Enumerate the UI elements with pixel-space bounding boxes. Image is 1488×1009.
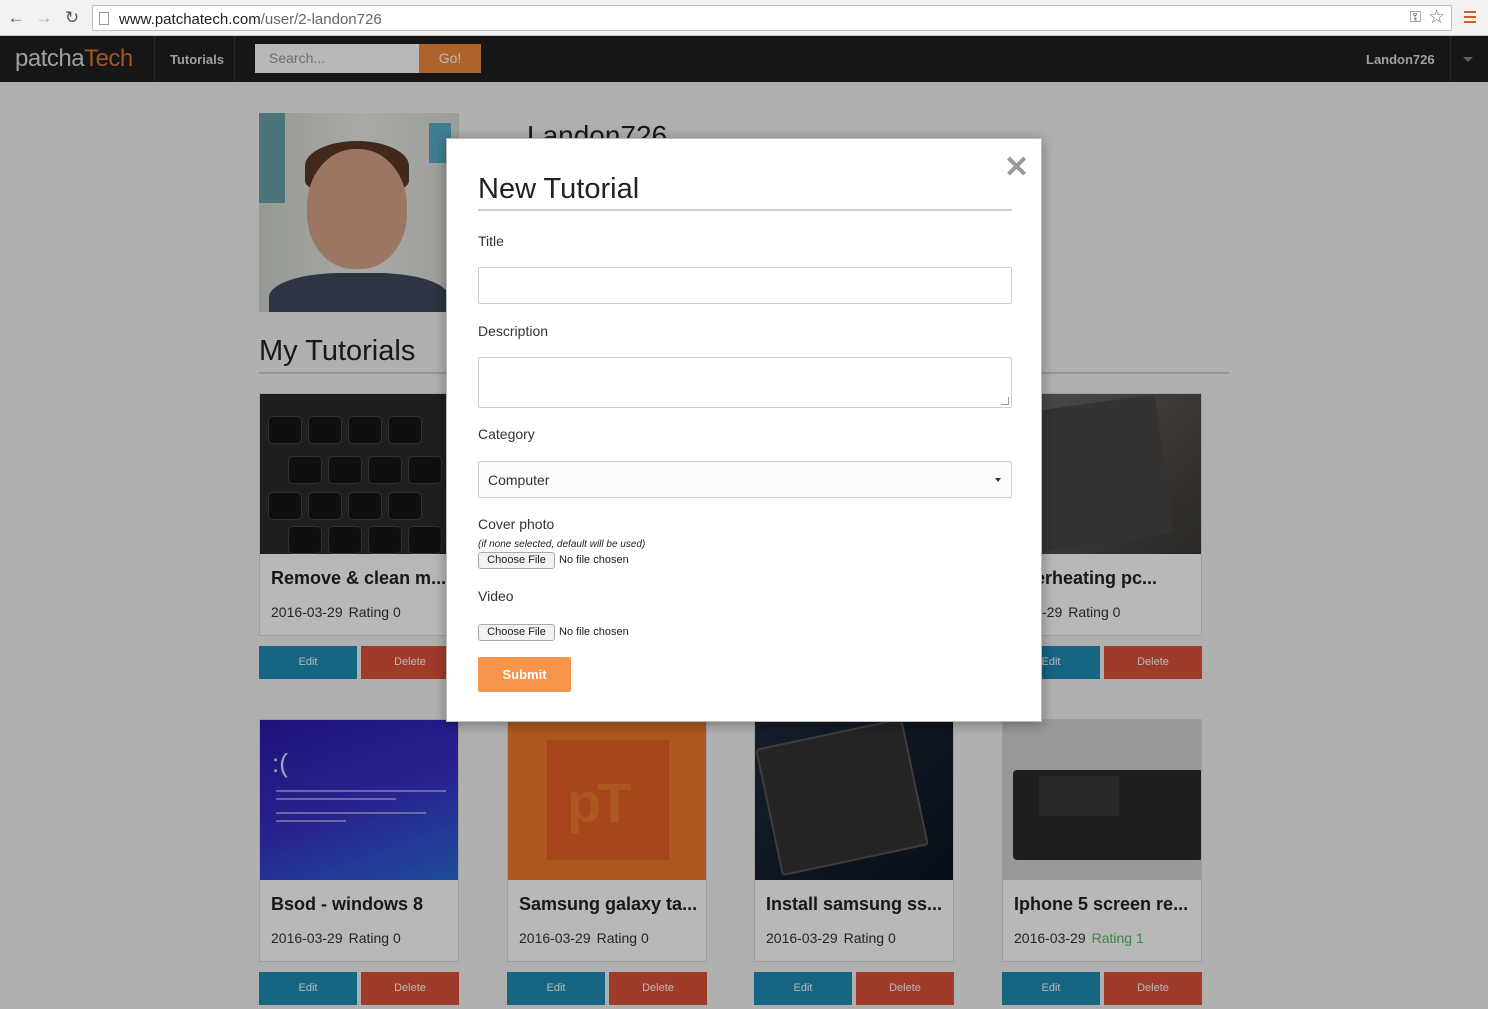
cover-photo-label: Cover photo	[478, 516, 555, 532]
bookmark-star-icon[interactable]: ☆	[1428, 6, 1445, 29]
resize-grip-icon[interactable]	[1001, 397, 1009, 405]
modal-divider	[478, 209, 1012, 211]
description-label: Description	[478, 323, 549, 339]
title-label: Title	[478, 233, 504, 249]
new-tutorial-modal: ✕ New Tutorial Title Description Categor…	[446, 138, 1042, 722]
url-text[interactable]: www.patchatech.com/user/2-landon726	[119, 11, 382, 28]
address-bar[interactable]: www.patchatech.com/user/2-landon726 ⚿ ☆	[92, 5, 1452, 31]
video-file-status: No file chosen	[559, 626, 629, 638]
browser-toolbar: ← → ↻ www.patchatech.com/user/2-landon72…	[0, 0, 1488, 36]
category-select[interactable]: Computer	[478, 461, 1012, 498]
back-arrow-icon[interactable]: ←	[6, 8, 26, 28]
submit-button[interactable]: Submit	[478, 657, 571, 692]
description-field[interactable]	[478, 357, 1012, 408]
key-icon[interactable]: ⚿	[1410, 9, 1421, 26]
close-icon[interactable]: ✕	[1004, 153, 1029, 183]
reload-icon[interactable]: ↻	[62, 8, 82, 28]
page-icon	[99, 12, 109, 25]
browser-menu-icon[interactable]	[1464, 11, 1476, 25]
category-selected-value: Computer	[488, 472, 550, 488]
video-choose-file-button[interactable]: Choose File	[478, 624, 555, 641]
cover-photo-hint: (if none selected, default will be used)	[478, 539, 646, 550]
cover-choose-file-button[interactable]: Choose File	[478, 552, 555, 569]
cover-file-status: No file chosen	[559, 554, 629, 566]
title-field[interactable]	[478, 267, 1012, 304]
forward-arrow-icon[interactable]: →	[34, 8, 54, 28]
modal-title: New Tutorial	[478, 173, 640, 205]
video-label: Video	[478, 588, 514, 604]
chevron-down-icon	[995, 478, 1001, 482]
category-label: Category	[478, 426, 535, 442]
